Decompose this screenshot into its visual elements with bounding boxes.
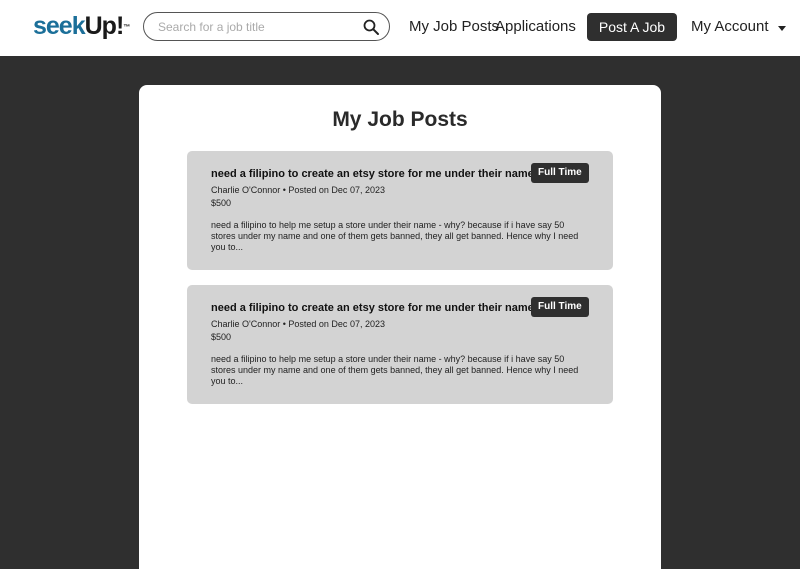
my-account-label: My Account: [691, 18, 769, 35]
job-post-price: $500: [211, 198, 232, 208]
logo-trademark: ™: [123, 24, 131, 31]
search-bar: [143, 12, 390, 41]
job-post-price: $500: [211, 332, 232, 342]
job-post-description: need a filipino to help me setup a store…: [211, 354, 579, 386]
search-input[interactable]: [158, 18, 353, 36]
my-account-dropdown[interactable]: My Account: [691, 18, 786, 36]
job-post-title: need a filipino to create an etsy store …: [211, 302, 534, 314]
caret-down-icon: [777, 25, 786, 31]
page-title: My Job Posts: [332, 108, 468, 131]
job-post-card[interactable]: need a filipino to create an etsy store …: [187, 285, 613, 404]
job-post-card[interactable]: need a filipino to create an etsy store …: [187, 151, 613, 270]
job-posts-panel: My Job Posts need a filipino to create a…: [139, 85, 661, 569]
search-icon[interactable]: [362, 18, 380, 36]
seekup-logo[interactable]: seekUp!™: [33, 11, 130, 41]
job-post-title: need a filipino to create an etsy store …: [211, 168, 534, 180]
logo-seek-text: seek: [33, 12, 86, 40]
job-type-badge: Full Time: [531, 297, 589, 317]
post-a-job-button[interactable]: Post A Job: [587, 13, 677, 41]
logo-up-text: Up!: [84, 12, 125, 40]
job-post-description: need a filipino to help me setup a store…: [211, 220, 579, 252]
top-navbar: seekUp!™ My Job Posts Applications Post …: [0, 0, 800, 56]
job-post-meta: Charlie O'Connor • Posted on Dec 07, 202…: [211, 319, 385, 329]
job-post-meta: Charlie O'Connor • Posted on Dec 07, 202…: [211, 185, 385, 195]
nav-applications[interactable]: Applications: [495, 18, 576, 36]
nav-my-job-posts[interactable]: My Job Posts: [409, 18, 499, 36]
job-type-badge: Full Time: [531, 163, 589, 183]
